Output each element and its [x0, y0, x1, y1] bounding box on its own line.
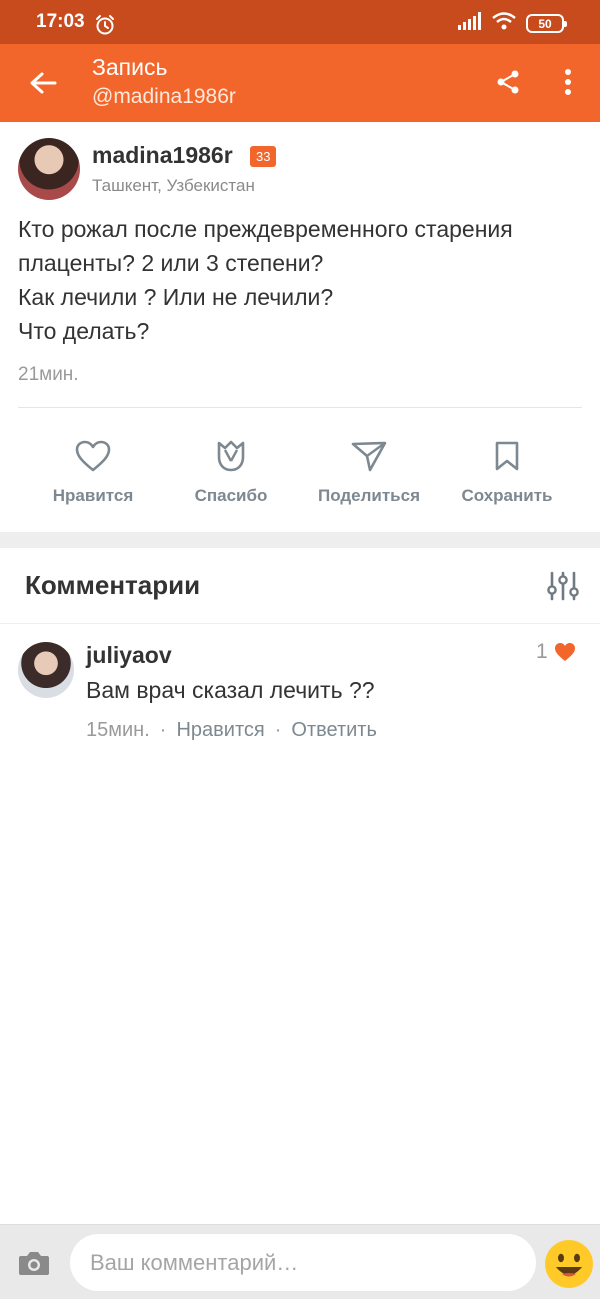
divider	[0, 623, 600, 624]
alarm-icon	[94, 14, 116, 36]
comment-author[interactable]: juliyaov	[86, 642, 172, 669]
status-time: 17:03	[36, 11, 85, 32]
post-text: Кто рожал после преждевременного старени…	[18, 212, 583, 348]
separator-dot: ·	[274, 719, 282, 741]
bookmark-icon	[487, 436, 527, 476]
comment-like-link[interactable]: Нравится	[176, 719, 264, 742]
like-label: Нравится	[52, 486, 134, 505]
comment-meta: 15мин. · Нравится · Ответить	[86, 719, 377, 742]
level-badge: 33	[250, 146, 277, 167]
camera-icon	[19, 1252, 49, 1275]
back-arrow-icon	[30, 72, 57, 94]
status-bar: 17:03 50	[0, 0, 600, 44]
post-text-line: плаценты? 2 или 3 степени?	[18, 250, 324, 276]
post-text-line: Кто рожал после преждевременного старени…	[18, 216, 513, 242]
emoji-button[interactable]	[544, 1239, 594, 1289]
author-location: Ташкент, Узбекистан	[92, 176, 255, 195]
wifi-icon	[492, 12, 516, 35]
thanks-button[interactable]: Спасибо	[166, 436, 296, 512]
comment-like-count: 1	[536, 640, 548, 663]
comment-reply-link[interactable]: Ответить	[291, 719, 377, 742]
commenter-avatar[interactable]	[18, 642, 74, 698]
comment-text: Вам врач сказал лечить ??	[86, 677, 375, 703]
tulip-icon	[211, 436, 251, 476]
post-text-line: Что делать?	[18, 318, 150, 344]
comment-likes[interactable]: 1	[536, 640, 576, 664]
page-title: Запись	[92, 54, 168, 80]
back-button[interactable]	[22, 62, 64, 104]
share-button[interactable]	[490, 64, 526, 100]
page-subtitle: @madina1986r	[92, 85, 236, 108]
comment-input[interactable]	[70, 1234, 536, 1291]
divider	[18, 407, 582, 408]
heart-filled-icon	[554, 643, 575, 661]
app-bar: Запись @madina1986r	[0, 44, 600, 122]
emoji-icon	[545, 1240, 593, 1288]
author-name[interactable]: madina1986r	[92, 142, 233, 169]
comments-title: Комментарии	[25, 570, 201, 600]
share-icon	[497, 70, 519, 94]
post-text-line: Как лечили ? Или не лечили?	[18, 284, 334, 310]
comment-input-bar	[0, 1224, 600, 1299]
more-vertical-icon	[565, 69, 571, 95]
comment-time: 15мин.	[86, 719, 150, 741]
share-label: Поделиться	[317, 486, 421, 505]
author-avatar[interactable]	[18, 138, 80, 200]
save-button[interactable]: Сохранить	[442, 436, 572, 512]
thanks-label: Спасибо	[194, 486, 268, 505]
comments-filter-button[interactable]	[540, 566, 586, 606]
heart-icon	[73, 436, 113, 476]
filter-icon	[547, 571, 579, 601]
camera-button[interactable]	[14, 1245, 54, 1281]
signal-icon	[458, 12, 482, 35]
share-post-button[interactable]: Поделиться	[304, 436, 434, 512]
post-time: 21мин.	[18, 364, 79, 385]
battery-indicator: 50	[526, 14, 567, 33]
like-button[interactable]: Нравится	[28, 436, 158, 512]
save-label: Сохранить	[461, 486, 553, 505]
separator-dot: ·	[159, 719, 167, 741]
more-menu-button[interactable]	[550, 64, 586, 100]
send-icon	[349, 436, 389, 476]
section-separator	[0, 532, 600, 548]
